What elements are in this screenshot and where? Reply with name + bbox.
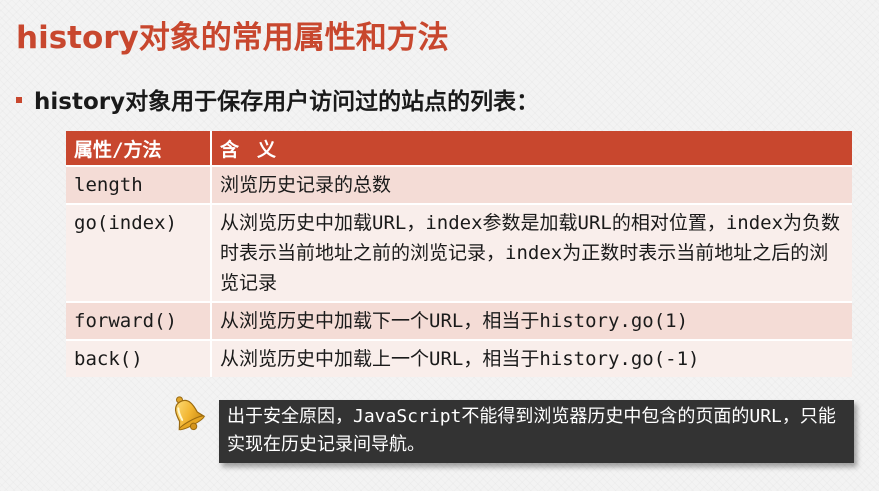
slide-title: history对象的常用属性和方法 [16, 20, 449, 56]
meaning-cell: 浏览历史记录的总数 [220, 174, 392, 196]
meaning-cell: 从浏览历史中加载下一个URL，相当于history.go(1) [220, 310, 689, 332]
bell-icon [175, 396, 206, 431]
table-row: forward() 从浏览历史中加载下一个URL，相当于history.go(1… [66, 302, 852, 340]
bullet-point: history对象用于保存用户访问过的站点的列表： [16, 82, 539, 116]
history-properties-table: 属性/方法 含义 length 浏览历史记录的总数 go(index) 从浏览历… [66, 131, 852, 377]
method-cell: go(index) [66, 204, 212, 302]
meaning-cell: 从浏览历史中加载URL，index参数是加载URL的相对位置，index为负数时… [220, 212, 841, 294]
table-header-row: 属性/方法 含义 [66, 131, 852, 166]
bullet-text: history对象用于保存用户访问过的站点的列表： [34, 89, 540, 115]
header-meaning-label: 含义 [220, 138, 295, 161]
method-cell: forward() [66, 302, 212, 340]
table-row: length 浏览历史记录的总数 [66, 166, 852, 204]
method-cell: back() [66, 340, 212, 377]
bullet-square-icon [16, 97, 22, 103]
table-row: back() 从浏览历史中加载上一个URL，相当于history.go(-1) [66, 340, 852, 377]
method-cell: length [66, 166, 212, 204]
table-row: go(index) 从浏览历史中加载URL，index参数是加载URL的相对位置… [66, 204, 852, 302]
security-note: 出于安全原因，JavaScript不能得到浏览器历史中包含的页面的URL，只能实… [219, 400, 854, 463]
header-meaning: 含义 [211, 131, 852, 166]
meaning-cell: 从浏览历史中加载上一个URL，相当于history.go(-1) [220, 348, 700, 370]
header-method: 属性/方法 [66, 131, 212, 166]
